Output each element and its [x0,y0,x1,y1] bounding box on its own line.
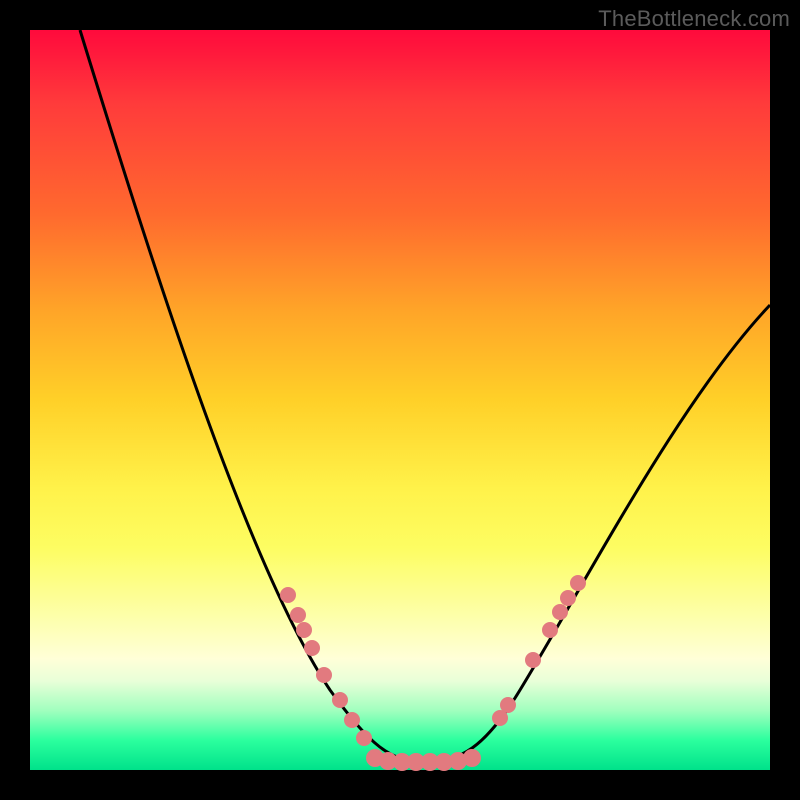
data-point [560,590,576,606]
data-point [290,607,306,623]
chart-frame: TheBottleneck.com [0,0,800,800]
data-point [542,622,558,638]
chart-svg [30,30,770,770]
data-point [304,640,320,656]
data-point [280,587,296,603]
data-point [500,697,516,713]
data-point [463,749,481,767]
data-point [296,622,312,638]
data-point [552,604,568,620]
data-point [356,730,372,746]
data-point [316,667,332,683]
data-points-group [280,575,586,771]
data-point [344,712,360,728]
watermark-text: TheBottleneck.com [598,6,790,32]
data-point [525,652,541,668]
bottleneck-curve [80,30,770,762]
data-point [332,692,348,708]
data-point [570,575,586,591]
plot-area [30,30,770,770]
